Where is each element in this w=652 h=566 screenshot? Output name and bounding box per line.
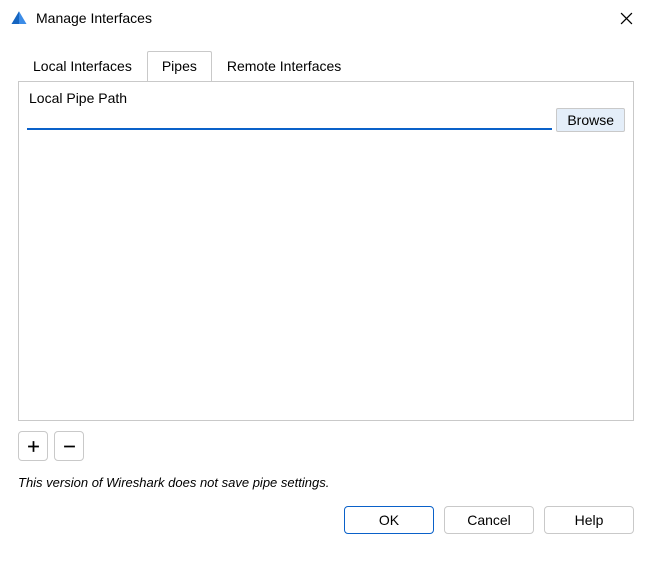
pipe-toolbar (18, 431, 634, 461)
local-pipe-path-label: Local Pipe Path (27, 90, 625, 106)
window-title: Manage Interfaces (36, 10, 606, 26)
close-button[interactable] (606, 0, 646, 36)
ok-button[interactable]: OK (344, 506, 434, 534)
tab-pipes[interactable]: Pipes (147, 51, 212, 82)
help-button[interactable]: Help (544, 506, 634, 534)
title-bar: Manage Interfaces (0, 0, 652, 36)
browse-button[interactable]: Browse (556, 108, 625, 132)
tab-remote-interfaces[interactable]: Remote Interfaces (212, 51, 356, 82)
dialog-content: Local Interfaces Pipes Remote Interfaces… (0, 50, 652, 548)
cancel-button[interactable]: Cancel (444, 506, 534, 534)
plus-icon (27, 440, 40, 453)
pipe-settings-note: This version of Wireshark does not save … (18, 475, 634, 490)
remove-pipe-button[interactable] (54, 431, 84, 461)
tab-bar: Local Interfaces Pipes Remote Interfaces (18, 50, 634, 81)
close-icon (620, 12, 633, 25)
pipe-path-row: Browse (27, 108, 625, 132)
pipes-tab-panel: Local Pipe Path Browse (18, 81, 634, 421)
dialog-button-row: OK Cancel Help (18, 506, 634, 534)
minus-icon (63, 440, 76, 453)
add-pipe-button[interactable] (18, 431, 48, 461)
wireshark-icon (10, 9, 28, 27)
tab-local-interfaces[interactable]: Local Interfaces (18, 51, 147, 82)
pipe-path-input[interactable] (27, 108, 552, 130)
